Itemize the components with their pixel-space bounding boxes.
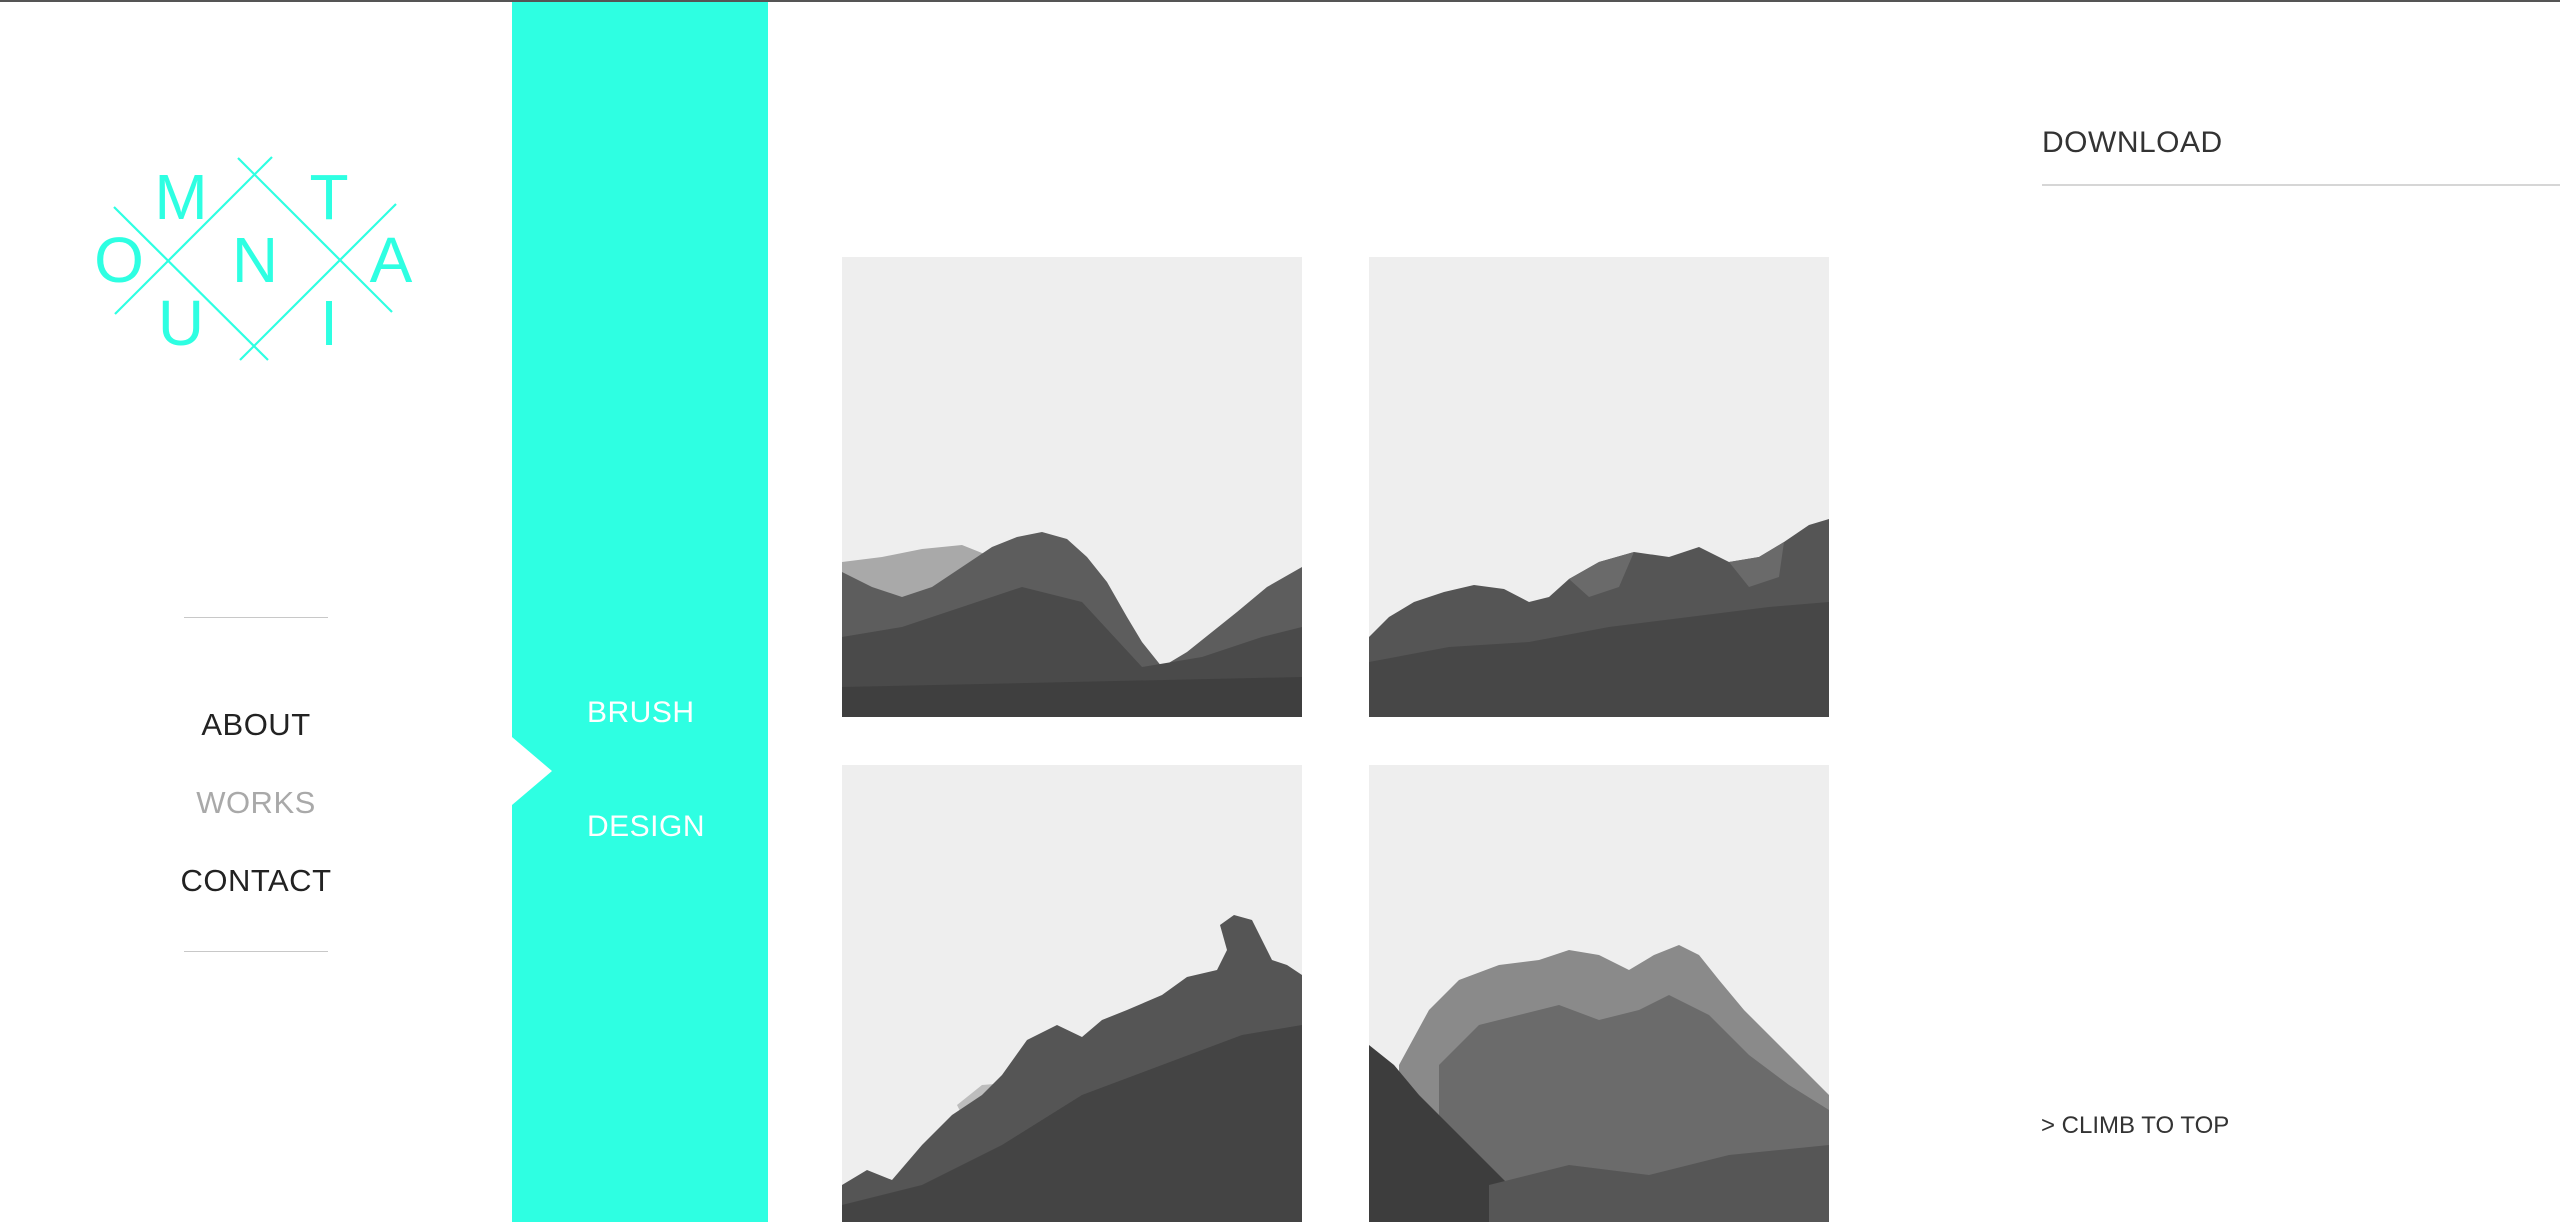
top-border [0, 0, 2560, 2]
logo-letter-3: O [94, 224, 144, 296]
mountain-photo-4 [1369, 765, 1829, 1222]
page: M T O N A U I ABOUT WORKS CONTACT BRUSH … [0, 0, 2560, 1222]
logo-letter-6: U [158, 287, 204, 359]
logo-letter-4: N [232, 224, 278, 296]
mountain-photo-3 [842, 765, 1302, 1222]
logo-letter-2: T [309, 161, 348, 233]
nav-item-works[interactable]: WORKS [130, 764, 382, 842]
nav-divider-bottom [184, 951, 328, 952]
gallery-tile-4[interactable] [1369, 765, 1829, 1222]
submenu-panel [512, 0, 768, 1222]
submenu-pointer [512, 737, 552, 805]
main-nav: ABOUT WORKS CONTACT [130, 686, 382, 920]
gallery-tile-2[interactable] [1369, 257, 1829, 717]
nav-item-about[interactable]: ABOUT [130, 686, 382, 764]
download-link[interactable]: DOWNLOAD [2042, 126, 2223, 160]
mountain-photo-1 [842, 257, 1302, 717]
logo-letter-5: A [370, 224, 413, 296]
download-divider [2042, 184, 2560, 186]
gallery-tile-1[interactable] [842, 257, 1302, 717]
logo-letter-7: I [320, 287, 338, 359]
gallery-tile-3[interactable] [842, 765, 1302, 1222]
logo-mark: M T O N A U I [94, 156, 413, 361]
mountain-photo-2 [1369, 257, 1829, 717]
nav-divider-top [184, 617, 328, 618]
climb-to-top-link[interactable]: > CLIMB TO TOP [2041, 1112, 2229, 1140]
logo-letter-1: M [154, 161, 207, 233]
submenu-item-brush[interactable]: BRUSH [587, 696, 695, 730]
logo[interactable]: M T O N A U I [86, 125, 426, 395]
nav-item-contact[interactable]: CONTACT [130, 842, 382, 920]
submenu-item-design[interactable]: DESIGN [587, 810, 705, 844]
